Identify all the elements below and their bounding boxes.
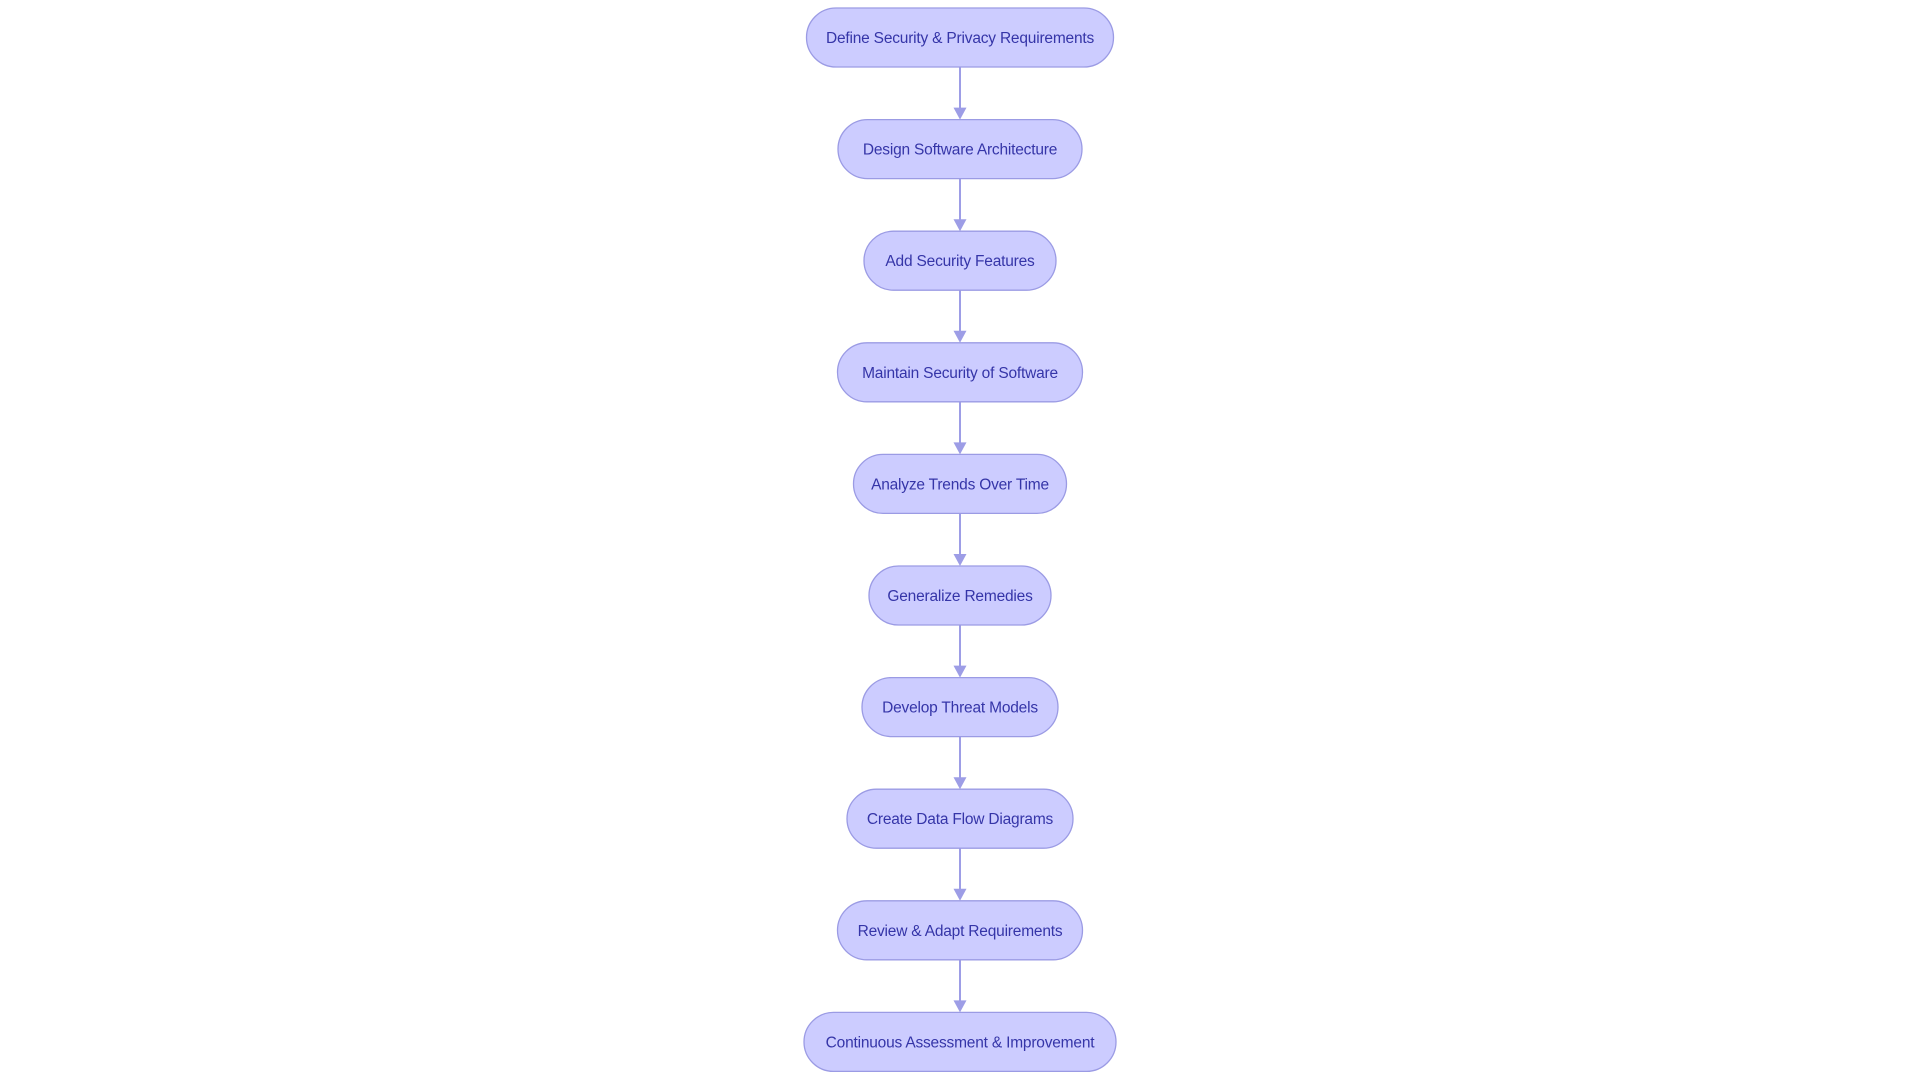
flow-node: Generalize Remedies [868,565,1052,626]
flow-node-label: Develop Threat Models [882,700,1038,717]
flowchart-diagram: Define Security & Privacy Requirements De… [803,7,1117,1073]
flow-edge [953,290,967,343]
flow-node-label: Maintain Security of Software [862,365,1058,382]
flow-node: Analyze Trends Over Time [852,453,1068,515]
flow-node-label: Add Security Features [885,253,1035,270]
flow-node-label: Create Data Flow Diagrams [867,811,1054,828]
arrowhead-icon [953,888,967,901]
flow-edge [953,848,967,901]
arrowhead-icon [953,219,967,232]
flow-node-label: Define Security & Privacy Requirements [826,30,1095,47]
flow-edge [953,513,967,566]
flow-node: Add Security Features [863,230,1057,291]
flow-edge [953,736,967,790]
flow-edge [953,959,967,1013]
flow-node-label: Analyze Trends Over Time [871,476,1049,493]
flow-node: Develop Threat Models [861,676,1059,738]
arrowhead-icon [953,107,967,120]
edges-layer [953,67,967,1013]
flow-node: Maintain Security of Software [836,342,1084,403]
flow-edge [953,625,967,678]
flow-node-label: Design Software Architecture [863,142,1057,159]
flow-edge [953,401,967,455]
flow-node: Define Security & Privacy Requirements [805,7,1115,68]
flow-node: Create Data Flow Diagrams [846,788,1074,849]
flow-node-label: Continuous Assessment & Improvement [826,1034,1096,1051]
flow-node-label: Review & Adapt Requirements [858,923,1063,940]
flow-node: Design Software Architecture [837,118,1083,180]
flow-node-label: Generalize Remedies [887,588,1033,605]
flow-edge [953,67,967,120]
flow-node: Continuous Assessment & Improvement [803,1011,1117,1073]
arrowhead-icon [953,442,967,455]
flow-node: Review & Adapt Requirements [836,900,1084,961]
arrowhead-icon [953,777,967,790]
arrowhead-icon [953,1000,967,1013]
flow-edge [953,178,967,232]
arrowhead-icon [953,554,967,566]
arrowhead-icon [953,330,967,343]
arrowhead-icon [953,665,967,678]
